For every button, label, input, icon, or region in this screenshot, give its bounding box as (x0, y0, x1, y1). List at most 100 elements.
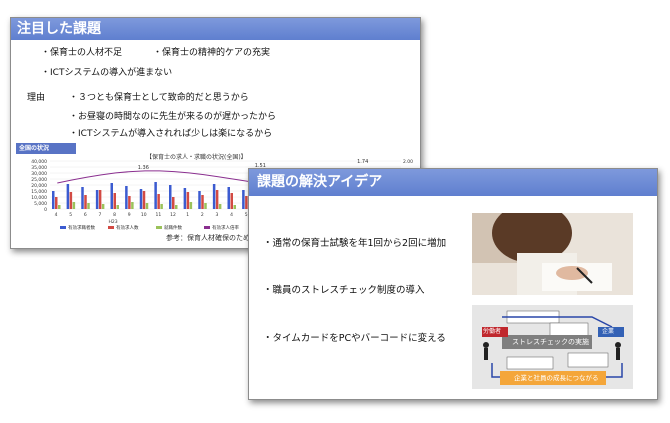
idea-item: ・職員のストレスチェック制度の導入 (263, 285, 425, 296)
x-tick-label: 10 (141, 212, 147, 218)
legend-swatch (108, 226, 114, 229)
slide-title: 注目した課題 (11, 18, 420, 40)
bar (142, 191, 146, 209)
bar (201, 195, 204, 209)
bar (58, 205, 61, 209)
bar (212, 184, 216, 209)
bar (125, 186, 128, 209)
x-tick-label: 4 (230, 212, 233, 218)
bar (230, 193, 233, 209)
bar (218, 204, 222, 209)
bar (72, 202, 76, 209)
growth-label: 企業と社員の成長につながる (514, 374, 599, 382)
x-tick-label: 5 (69, 212, 72, 218)
bar (87, 203, 90, 209)
bar (101, 204, 105, 209)
bar (183, 188, 187, 209)
stress-check-diagram: 労働者 企業 ストレスチェックの実施 企業と社員の成長につながる (472, 305, 633, 389)
y-tick-label: 15,000 (31, 189, 47, 195)
writing-photo-graphic (472, 213, 633, 295)
bullet-text: ICTシステムの導入が進まない (50, 68, 173, 78)
reason-label: 理由 (27, 93, 46, 103)
x-tick-label: 7 (98, 212, 101, 218)
x-tick-label: 3 (215, 212, 218, 218)
legend-label: 有効求人倍率 (212, 224, 239, 231)
bar (113, 193, 116, 209)
bar (242, 190, 245, 209)
bar (128, 196, 131, 209)
idea-item: ・通常の保育士試験を年1回から2回に増加 (263, 238, 447, 249)
bar (69, 192, 73, 209)
idea-item: ・タイムカードをPCやバーコードに変える (263, 333, 446, 344)
bar (204, 203, 207, 209)
bar (157, 194, 160, 209)
reason-item: ・３つとも保育士として致命的だと思うから (69, 93, 249, 103)
x-tick-label: 12 (170, 212, 176, 218)
bullet-text: 保育士の人材不足 (50, 48, 123, 58)
y-tick-label: 35,000 (31, 165, 47, 171)
y-tick-label: 10,000 (31, 195, 47, 201)
bar (116, 205, 119, 209)
bullet-item: ・保育士の精神的ケアの充実 (153, 48, 271, 58)
x-tick-label: 1 (186, 212, 189, 218)
stress-check-label: ストレスチェックの実施 (512, 338, 589, 346)
bar (227, 187, 230, 209)
slide-title: 課題の解決アイデア (249, 169, 657, 196)
y-tick-label: 20,000 (31, 183, 47, 189)
bar (160, 204, 163, 209)
bar (110, 183, 113, 209)
bar (66, 184, 70, 209)
bar (55, 197, 58, 209)
right-tick-label: 2.00 (403, 159, 413, 165)
y-tick-label: 25,000 (31, 177, 47, 183)
bullet-item: ・ICTシステムの導入が進まない (41, 68, 173, 78)
x-tick-label: 9 (128, 212, 131, 218)
y-tick-label: 40,000 (31, 159, 47, 165)
bar (233, 205, 236, 209)
x-tick-label: 2 (201, 212, 204, 218)
bullet-text: 保育士の精神的ケアの充実 (162, 48, 271, 58)
x-tick-label: 8 (113, 212, 116, 218)
bar (186, 192, 190, 209)
bar (169, 185, 172, 209)
bar (198, 191, 201, 209)
company-label: 企業 (602, 328, 615, 335)
x-tick-label: 6 (84, 212, 87, 218)
bar (98, 190, 102, 209)
writing-photo (472, 213, 633, 295)
legend-swatch (204, 226, 210, 229)
reason-item: ・ICTシステムが導入されれば少しは楽になるから (69, 129, 273, 139)
bar (172, 197, 175, 209)
chart-caption: 参考：保育人材確保のための (166, 234, 257, 242)
x-tick-label: 11 (156, 212, 162, 218)
data-label: 1.36 (138, 165, 149, 171)
bar (215, 190, 219, 209)
bar (189, 202, 193, 209)
bar (175, 205, 178, 209)
data-label: 1.74 (357, 159, 368, 165)
y-tick-label: 5,000 (34, 201, 47, 207)
y-tick-label: 30,000 (31, 171, 47, 177)
bar (145, 203, 149, 209)
bar (139, 189, 143, 209)
y-tick-label: 0 (44, 207, 47, 213)
bullet-item: ・保育士の人材不足 (41, 48, 123, 58)
slide-solutions: 課題の解決アイデア ・通常の保育士試験を年1回から2回に増加 ・職員のストレスチ… (248, 168, 658, 400)
legend-swatch (156, 226, 162, 229)
bar (154, 182, 157, 209)
reason-text: ICTシステムが導入されれば少しは楽になるから (78, 129, 273, 139)
bar (81, 187, 84, 209)
legend-label: 有効求職者数 (68, 224, 95, 231)
legend-label: 就職件数 (164, 224, 182, 231)
bar (84, 195, 87, 209)
x-tick-label: 4 (55, 212, 58, 218)
legend-label: 有効求人数 (116, 224, 139, 231)
bar (131, 202, 134, 209)
reason-item: ・お昼寝の時間なのに先生が来るのが遅かったから (69, 112, 277, 122)
year-label: H23 (109, 219, 118, 225)
worker-label: 労働者 (483, 328, 502, 335)
bar (95, 190, 99, 209)
legend-swatch (60, 226, 66, 229)
bar (52, 191, 55, 209)
reason-text: お昼寝の時間なのに先生が来るのが遅かったから (78, 112, 277, 122)
